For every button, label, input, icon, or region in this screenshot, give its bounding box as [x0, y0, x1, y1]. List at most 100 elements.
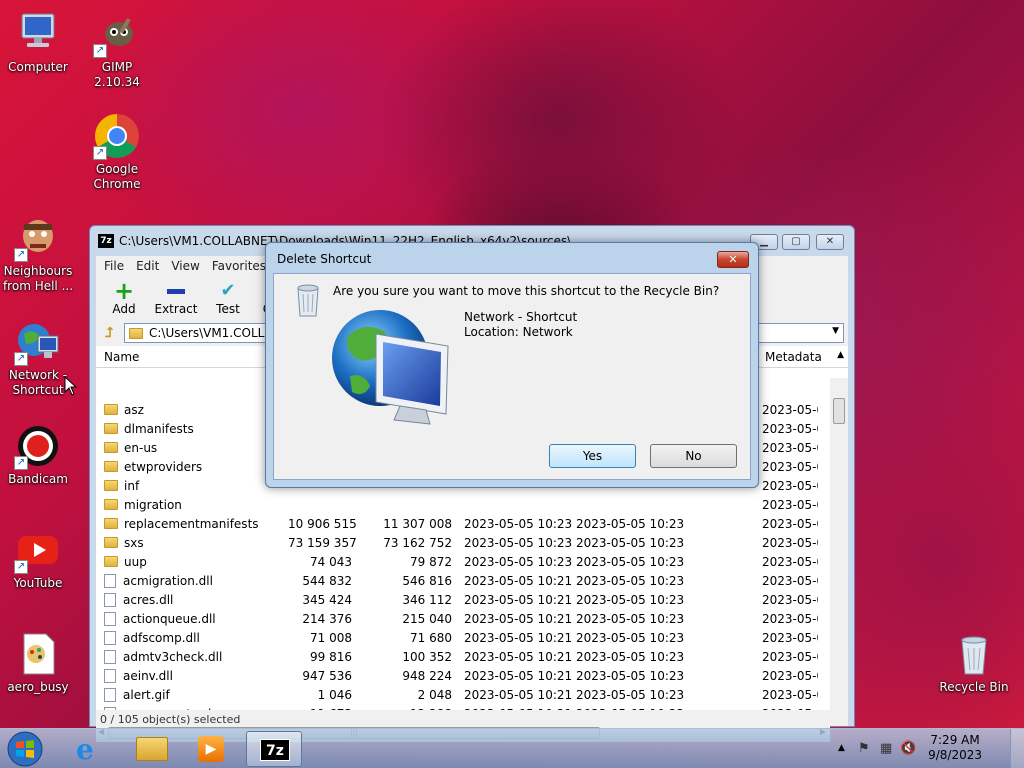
cell-name: actionqueue.dll	[96, 611, 288, 626]
file-icon	[104, 573, 116, 588]
address-text: C:\Users\VM1.COLLA	[149, 326, 273, 340]
vertical-scrollbar[interactable]: ▼	[830, 378, 848, 722]
menu-file[interactable]: File	[104, 259, 124, 273]
cell-name: adfscomp.dll	[96, 630, 288, 645]
desktop-icon-youtube[interactable]: ↗ YouTube	[0, 526, 76, 591]
dialog-close-button[interactable]: ✕	[717, 251, 749, 268]
desktop-icon-aero-busy[interactable]: aero_busy	[0, 630, 76, 695]
test-label: Test	[216, 302, 240, 316]
file-name: acres.dll	[123, 592, 174, 607]
minus-icon	[154, 280, 198, 302]
action-center-icon[interactable]: ⚑	[858, 741, 870, 756]
chrome-icon: ↗	[93, 112, 141, 160]
cell-modified: 2023-05-05 10:21	[464, 592, 573, 607]
cell-modified: 2023-05-05 10:23	[464, 516, 573, 531]
table-row[interactable]: replacementmanifests 10 906 515 11 307 008…	[96, 514, 830, 533]
up-folder-icon[interactable]: ⮥	[100, 324, 118, 342]
file-icon	[104, 668, 116, 683]
taskbar-sevenzip[interactable]: 7z	[246, 731, 302, 767]
cell-created: 2023-05-05 10:23	[576, 516, 685, 531]
test-button[interactable]: ✔ Test	[208, 276, 248, 316]
cell-metadata: 2023-05-05 1	[762, 611, 818, 626]
cell-size: 71 008	[310, 630, 352, 645]
shortcut-arrow-icon: ↗	[14, 456, 28, 470]
chevron-up-icon[interactable]: ▲	[837, 350, 844, 360]
table-row[interactable]: aeinv.dll 947 536 948 224 2023-05-05 10:21 2…	[96, 666, 830, 685]
close-icon: ✕	[825, 236, 835, 247]
start-button[interactable]	[4, 729, 46, 768]
cell-metadata: 2023-05-05 1	[762, 516, 818, 531]
cell-metadata: 2023-05-05 1	[762, 440, 818, 455]
cell-size: 73 159 357	[288, 535, 357, 550]
cell-name: migration	[96, 498, 288, 512]
cell-packed-size: 79 872	[410, 554, 452, 569]
maximize-button[interactable]: ▢	[782, 234, 810, 250]
cell-size: 544 832	[302, 573, 352, 588]
table-row[interactable]: adfscomp.dll 71 008 71 680 2023-05-05 10:21…	[96, 628, 830, 647]
table-row[interactable]: acmigration.dll 544 832 546 816 2023-05-05 …	[96, 571, 830, 590]
menu-edit[interactable]: Edit	[136, 259, 159, 273]
cursor-file-icon	[14, 630, 62, 678]
taskbar: e ▶ 7z ▲ ⚑ ▦ 🔇 7:29 AM 9/8/2023	[0, 728, 1024, 768]
cell-name: uup	[96, 555, 288, 569]
delete-shortcut-dialog[interactable]: Delete Shortcut ✕ Are you sure you want …	[265, 242, 759, 488]
cell-created: 2023-05-05 10:23	[576, 687, 685, 702]
cell-name: en-us	[96, 441, 288, 455]
file-icon	[104, 630, 116, 645]
desktop-icon-chrome[interactable]: ↗ Google Chrome	[79, 112, 155, 192]
plus-icon: +	[113, 277, 135, 305]
file-icon	[104, 611, 116, 626]
table-row[interactable]: uup 74 043 79 872 2023-05-05 10:23 2023-05-0…	[96, 552, 830, 571]
cell-packed-size: 11 307 008	[383, 516, 452, 531]
sevenzip-app-icon: 7z	[98, 234, 114, 248]
desktop-icon-computer[interactable]: Computer	[0, 10, 76, 75]
cell-created: 2023-05-05 10:23	[576, 573, 685, 588]
table-row[interactable]: sxs 73 159 357 73 162 752 2023-05-05 10:23 2…	[96, 533, 830, 552]
vertical-scroll-thumb[interactable]	[833, 398, 845, 424]
desktop-icon-label: Computer	[8, 60, 68, 74]
yes-button[interactable]: Yes	[549, 444, 636, 468]
file-name: etwproviders	[124, 459, 203, 474]
table-row[interactable]: actionqueue.dll 214 376 215 040 2023-05-05 …	[96, 609, 830, 628]
cell-metadata: 2023-05-05 1	[762, 687, 818, 702]
desktop-icon-recycle-bin[interactable]: Recycle Bin	[936, 630, 1012, 695]
dialog-item-info: Network - Shortcut Location: Network	[464, 310, 577, 340]
add-button[interactable]: + Add	[104, 276, 144, 316]
table-row[interactable]: migration 2023-05-05 1	[96, 495, 830, 514]
desktop-icon-label: Bandicam	[8, 472, 68, 486]
cell-modified: 2023-05-05 10:21	[464, 611, 573, 626]
close-button[interactable]: ✕	[816, 234, 844, 250]
chevron-down-icon[interactable]: ▼	[832, 326, 839, 336]
menu-view[interactable]: View	[171, 259, 199, 273]
media-player-icon: ▶	[198, 736, 224, 762]
extract-button[interactable]: Extract	[154, 276, 198, 316]
clock[interactable]: 7:29 AM 9/8/2023	[928, 733, 982, 763]
table-row[interactable]: alert.gif 1 046 2 048 2023-05-05 10:21 2023-…	[96, 685, 830, 704]
cell-modified: 2023-05-05 10:23	[464, 535, 573, 550]
show-desktop-button[interactable]	[1010, 729, 1024, 768]
youtube-icon: ↗	[14, 526, 62, 574]
cell-name: sxs	[96, 536, 288, 550]
chevron-up-icon[interactable]: ▲	[838, 743, 845, 753]
dialog-item-name: Network - Shortcut	[464, 310, 578, 324]
taskbar-internet-explorer[interactable]: e	[62, 731, 118, 767]
menu-favorites[interactable]: Favorites	[212, 259, 266, 273]
column-header-name[interactable]: Name	[96, 350, 256, 364]
column-header-metadata[interactable]: Metadata Ch	[756, 349, 826, 364]
network-tray-icon[interactable]: ▦	[880, 741, 892, 756]
gimp-icon: ↗	[93, 10, 141, 58]
table-row[interactable]: admtv3check.dll 99 816 100 352 2023-05-05 1…	[96, 647, 830, 666]
add-label: Add	[112, 302, 136, 316]
taskbar-media-player[interactable]: ▶	[182, 731, 238, 767]
table-row[interactable]: acres.dll 345 424 346 112 2023-05-05 10:21 2…	[96, 590, 830, 609]
desktop-icon-label: Neighbours from Hell ...	[2, 264, 74, 293]
no-button[interactable]: No	[650, 444, 737, 468]
desktop-icon-gimp[interactable]: ↗ GIMP 2.10.34	[79, 10, 155, 90]
desktop-icon-bandicam[interactable]: ↗ Bandicam	[0, 422, 76, 487]
file-name: en-us	[124, 440, 158, 455]
file-name: uup	[124, 554, 147, 569]
volume-muted-icon[interactable]: 🔇	[900, 741, 916, 756]
folder-icon	[104, 518, 118, 529]
desktop-icon-neighbours-from-hell[interactable]: ↗ Neighbours from Hell ...	[0, 214, 76, 294]
taskbar-file-explorer[interactable]	[122, 731, 178, 767]
